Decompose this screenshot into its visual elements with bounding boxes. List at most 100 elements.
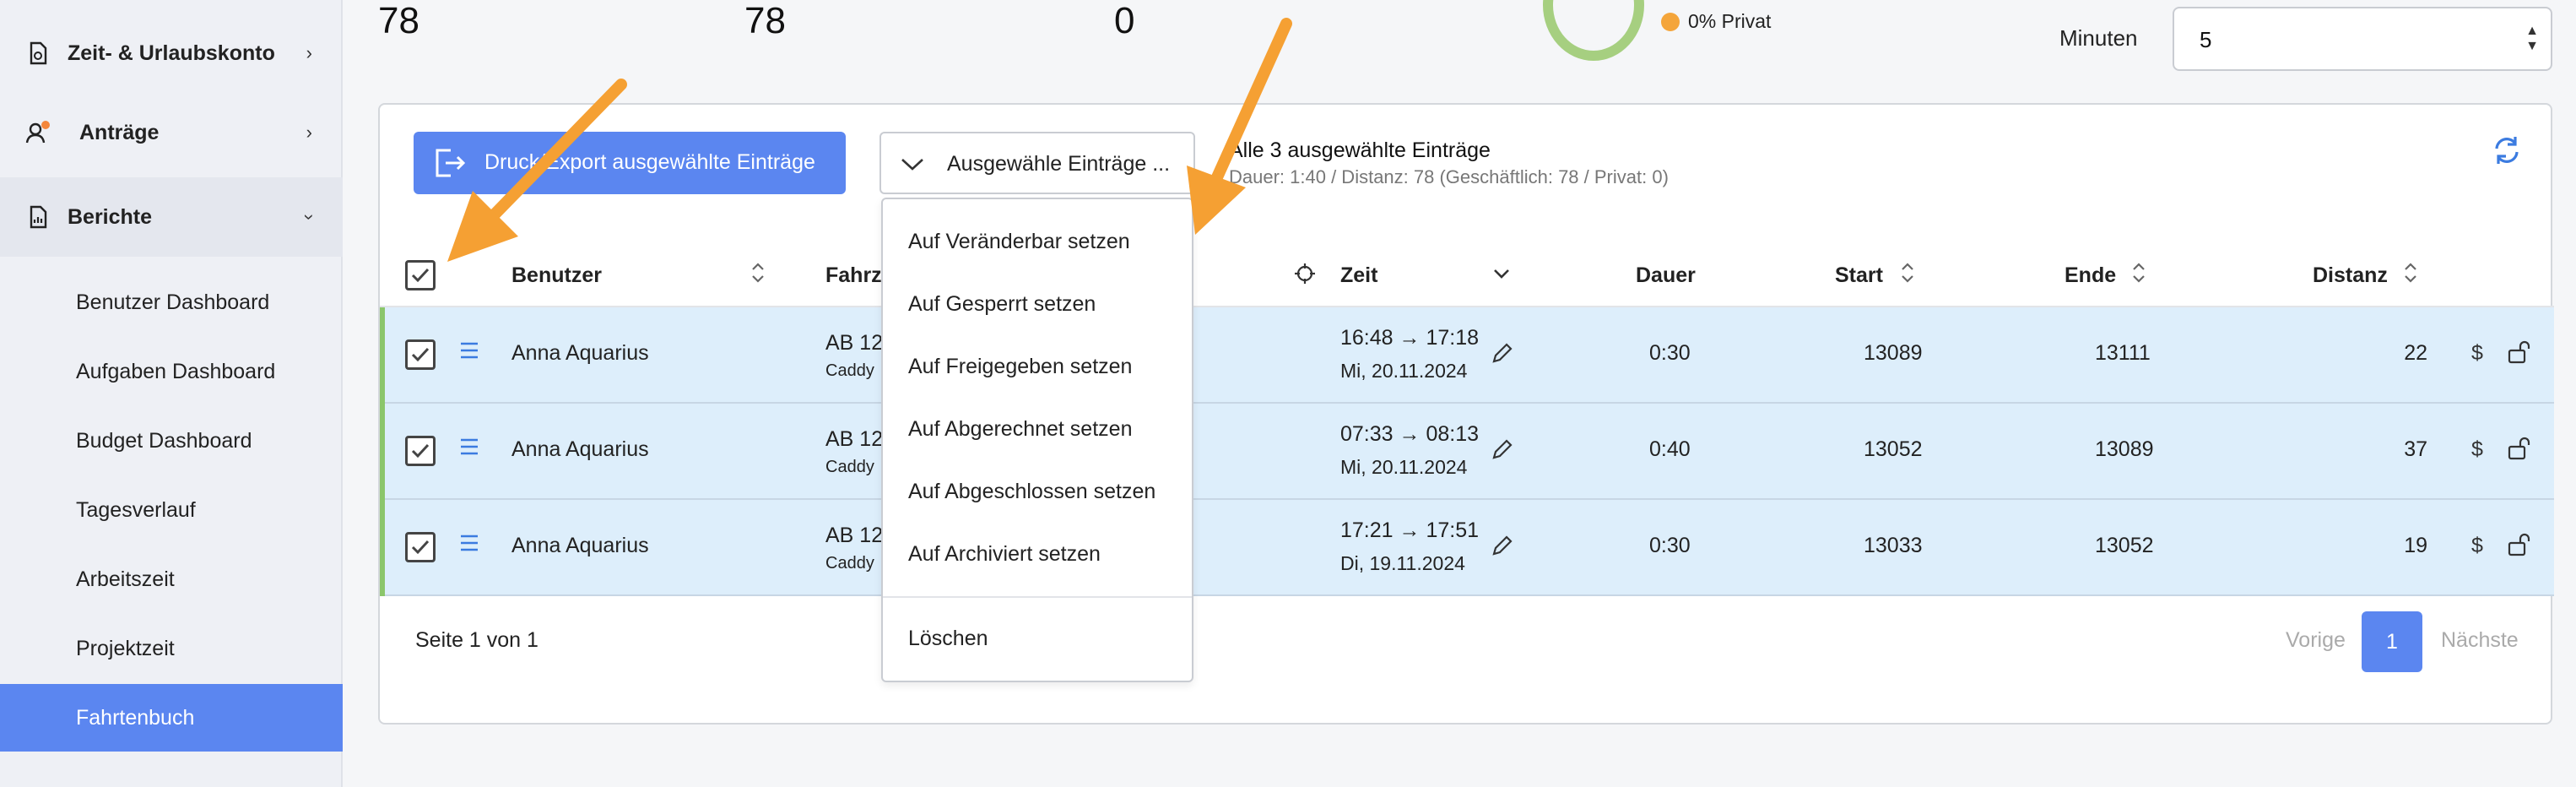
menu-icon[interactable]: [459, 534, 479, 552]
checkmark-icon: [411, 347, 430, 362]
subitem-label: Fahrtenbuch: [76, 705, 195, 730]
row-checkbox[interactable]: [405, 436, 436, 466]
cell-duration: 0:40: [1649, 437, 1691, 461]
subitem-label: Aufgaben Dashboard: [76, 359, 276, 383]
menu-item-set-billed[interactable]: Auf Abgerechnet setzen: [908, 417, 1132, 442]
legend-label: 0% Privat: [1688, 10, 1772, 32]
selection-summary: Dauer: 1:40 / Distanz: 78 (Geschäftlich:…: [1229, 166, 1669, 187]
menu-icon[interactable]: [459, 437, 479, 456]
bulk-action-dropdown-button[interactable]: Ausgewähle Einträge ...: [879, 132, 1195, 194]
table-row[interactable]: Anna Aquarius AB 12 Caddy 07:33 → 08:13 …: [380, 404, 2554, 500]
subitem-label: Benutzer Dashboard: [76, 290, 270, 314]
checkmark-icon: [411, 443, 430, 459]
bulk-action-menu: Auf Veränderbar setzen Auf Gesperrt setz…: [881, 198, 1193, 682]
unlock-icon[interactable]: [2507, 532, 2532, 557]
menu-item-set-changeable[interactable]: Auf Veränderbar setzen: [908, 230, 1130, 254]
cell-date: Di, 19.11.2024: [1340, 552, 1465, 574]
column-header-vehicle[interactable]: Fahrz: [825, 263, 882, 288]
column-header-distance[interactable]: Distanz: [2313, 263, 2388, 288]
cell-distance: 22: [2404, 341, 2427, 365]
table-row[interactable]: Anna Aquarius AB 12 Caddy 17:21 → 17:51 …: [380, 500, 2554, 596]
sidebar-item-label: Berichte: [68, 204, 153, 229]
pencil-icon[interactable]: [1491, 534, 1514, 557]
selection-title: Alle 3 ausgewählte Einträge: [1229, 138, 1491, 162]
menu-divider: [883, 596, 1192, 598]
cell-date: Mi, 20.11.2024: [1340, 456, 1468, 478]
user-notification-icon: [25, 121, 50, 144]
unlock-icon[interactable]: [2507, 339, 2532, 365]
sort-icon[interactable]: [2402, 260, 2419, 285]
export-icon: [436, 149, 466, 177]
cell-end: 13052: [2095, 534, 2154, 557]
dollar-icon[interactable]: $: [2471, 341, 2483, 366]
refresh-icon[interactable]: [2490, 133, 2524, 167]
cell-end: 13089: [2095, 437, 2154, 461]
menu-icon[interactable]: [459, 341, 479, 360]
dollar-icon[interactable]: $: [2471, 437, 2483, 462]
cell-end: 13111: [2095, 341, 2151, 365]
pencil-icon[interactable]: [1491, 341, 1514, 365]
table-header: Benutzer Fahrz Zeit Dauer Start Ende Dis…: [380, 240, 2554, 307]
stat-total: 78: [378, 0, 419, 41]
sidebar-item-label: Anträge: [79, 120, 160, 144]
table-row[interactable]: Anna Aquarius AB 12 Caddy 16:48 → 17:18 …: [380, 307, 2554, 404]
column-header-user[interactable]: Benutzer: [511, 263, 602, 288]
pencil-icon[interactable]: [1491, 437, 1514, 461]
chevron-right-icon: ›: [306, 122, 312, 143]
export-button[interactable]: Druck/Export ausgewählte Einträge: [414, 132, 846, 194]
document-clock-icon: [30, 41, 47, 65]
cell-start: 13033: [1864, 534, 1923, 557]
sidebar-item-berichte[interactable]: Berichte ›: [0, 177, 343, 257]
sidebar-item-antraege[interactable]: Anträge ›: [0, 93, 343, 172]
row-checkbox[interactable]: [405, 532, 436, 562]
select-all-checkbox[interactable]: [405, 260, 436, 290]
menu-item-delete[interactable]: Löschen: [908, 627, 988, 651]
sidebar-subitem-benutzer-dashboard[interactable]: Benutzer Dashboard: [0, 269, 343, 336]
sidebar-subitem-tagesverlauf[interactable]: Tagesverlauf: [0, 476, 343, 544]
chevron-down-icon[interactable]: [1492, 267, 1511, 280]
sort-icon[interactable]: [2130, 260, 2147, 285]
crosshair-icon[interactable]: [1293, 262, 1317, 285]
legend-dot: [1661, 12, 1680, 31]
sidebar-subitem-fahrtenbuch[interactable]: Fahrtenbuch: [0, 684, 343, 752]
column-header-end[interactable]: Ende: [2065, 263, 2116, 288]
pagination-prev[interactable]: Vorige: [2286, 628, 2346, 653]
sidebar-subitem-projektzeit[interactable]: Projektzeit: [0, 615, 343, 682]
subitem-label: Arbeitszeit: [76, 567, 175, 591]
bulk-action-label: Ausgewähle Einträge ...: [947, 152, 1171, 176]
column-header-start[interactable]: Start: [1835, 263, 1883, 288]
dollar-icon[interactable]: $: [2471, 534, 2483, 558]
cell-time: 17:21 → 17:51: [1340, 518, 1480, 542]
sort-icon[interactable]: [750, 260, 766, 285]
cell-vehicle: AB 12: [825, 331, 884, 355]
cell-vehicle-sub: Caddy: [825, 554, 874, 573]
subitem-label: Budget Dashboard: [76, 428, 252, 453]
unlock-icon[interactable]: [2507, 436, 2532, 461]
sidebar-subitem-budget-dashboard[interactable]: Budget Dashboard: [0, 407, 343, 475]
status-bar: [380, 500, 385, 596]
logbook-card: Druck/Export ausgewählte Einträge Ausgew…: [378, 103, 2554, 725]
menu-item-set-closed[interactable]: Auf Abgeschlossen setzen: [908, 480, 1155, 504]
sidebar-subitem-arbeitszeit[interactable]: Arbeitszeit: [0, 545, 343, 613]
column-header-time[interactable]: Zeit: [1340, 263, 1377, 288]
sidebar-item-zeitkonto[interactable]: Zeit- & Urlaubskonto ›: [0, 14, 343, 93]
chevron-right-icon: ›: [306, 42, 312, 63]
chevron-down-icon: ›: [299, 214, 321, 220]
sidebar-subitem-aufgaben-dashboard[interactable]: Aufgaben Dashboard: [0, 338, 343, 405]
checkmark-icon: [411, 268, 430, 283]
status-bar: [380, 307, 385, 404]
menu-item-set-released[interactable]: Auf Freigegeben setzen: [908, 355, 1132, 379]
report-icon: [30, 205, 47, 229]
minutes-select[interactable]: 5 ▲ ▼: [2173, 7, 2552, 71]
select-arrows-icon: ▲ ▼: [2525, 24, 2539, 53]
row-checkbox[interactable]: [405, 339, 436, 370]
column-header-duration[interactable]: Dauer: [1636, 263, 1696, 288]
menu-item-set-archived[interactable]: Auf Archiviert setzen: [908, 542, 1101, 567]
stat-private: 0: [1114, 0, 1135, 41]
menu-item-set-locked[interactable]: Auf Gesperrt setzen: [908, 292, 1096, 317]
sidebar: Zeit- & Urlaubskonto › Anträge › Bericht…: [0, 0, 343, 787]
pagination-next[interactable]: Nächste: [2441, 628, 2519, 653]
sort-icon[interactable]: [1899, 260, 1916, 285]
pagination-current-page[interactable]: 1: [2362, 611, 2422, 672]
chevron-down-icon: [901, 159, 923, 171]
